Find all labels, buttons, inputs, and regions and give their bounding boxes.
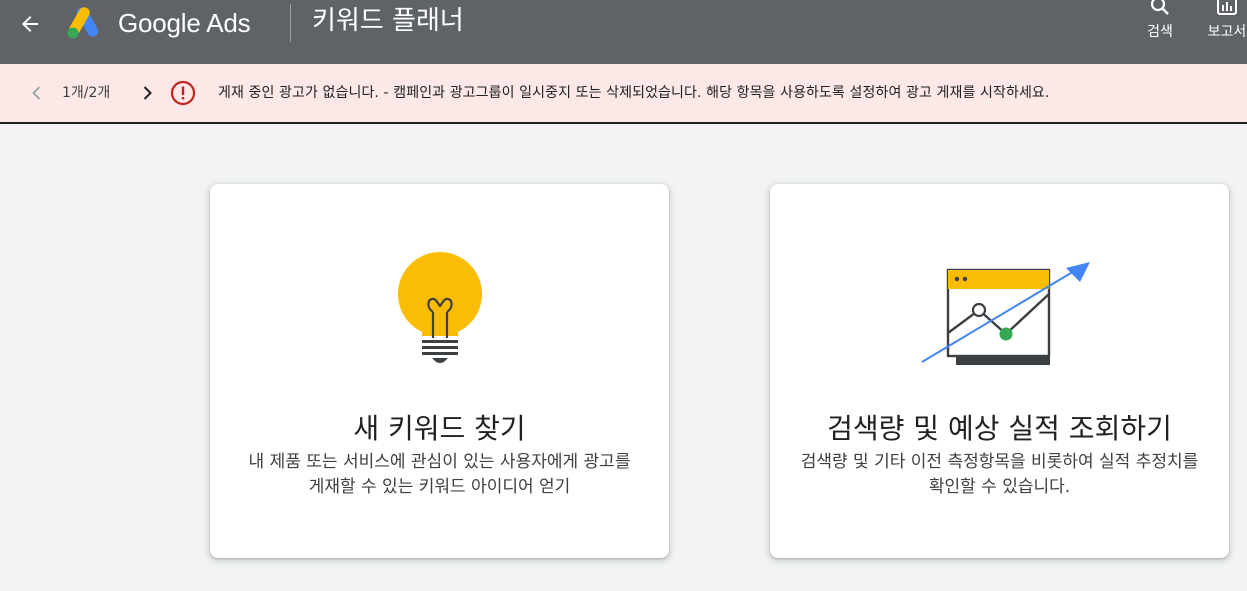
reports-icon (1217, 0, 1237, 15)
card-title: 새 키워드 찾기 (353, 412, 526, 445)
appbar-divider (290, 4, 291, 42)
product-name: Google Ads (118, 8, 251, 38)
card-description: 내 제품 또는 서비스에 관심이 있는 사용자에게 광고를 게재할 수 있는 키… (248, 452, 631, 497)
reports-label: 보고서 (1207, 24, 1247, 40)
card-title: 검색량 및 예상 실적 조회하기 (827, 412, 1172, 445)
google-ads-logo[interactable] (66, 4, 106, 40)
page-title: 키워드 플래너 (312, 6, 464, 36)
discover-keywords-card[interactable]: 새 키워드 찾기 내 제품 또는 서비스에 관심이 있는 사용자에게 광고를 게… (210, 184, 669, 558)
back-arrow-icon[interactable] (14, 8, 46, 40)
notice-message: 게재 중인 광고가 없습니다. - 캠페인과 광고그룹이 일시중지 또는 삭제되… (218, 85, 1050, 101)
search-label: 검색 (1147, 24, 1173, 40)
top-app-bar: Google Ads 키워드 플래너 검색 보고서 (0, 0, 1247, 64)
card-description: 검색량 및 기타 이전 측정항목을 비롯하여 실적 추정치를 확인할 수 있습니… (800, 452, 1199, 497)
next-notice-button[interactable] (137, 83, 157, 103)
lightbulb-icon (398, 252, 482, 363)
reports-button[interactable]: 보고서 (1197, 0, 1247, 50)
error-icon (170, 80, 196, 106)
search-icon (1150, 0, 1169, 15)
trend-chart-icon (921, 262, 1090, 365)
chevron-left-icon (32, 86, 41, 100)
chevron-right-icon (143, 86, 152, 100)
search-button[interactable]: 검색 (1130, 0, 1190, 50)
notification-bar: 1개/2개 게재 중인 광고가 없습니다. - 캠페인과 광고그룹이 일시중지 … (0, 64, 1247, 124)
forecast-card[interactable]: 검색량 및 예상 실적 조회하기 검색량 및 기타 이전 측정항목을 비롯하여 … (770, 184, 1229, 558)
previous-notice-button[interactable] (27, 83, 47, 103)
notice-pager: 1개/2개 (62, 85, 111, 101)
